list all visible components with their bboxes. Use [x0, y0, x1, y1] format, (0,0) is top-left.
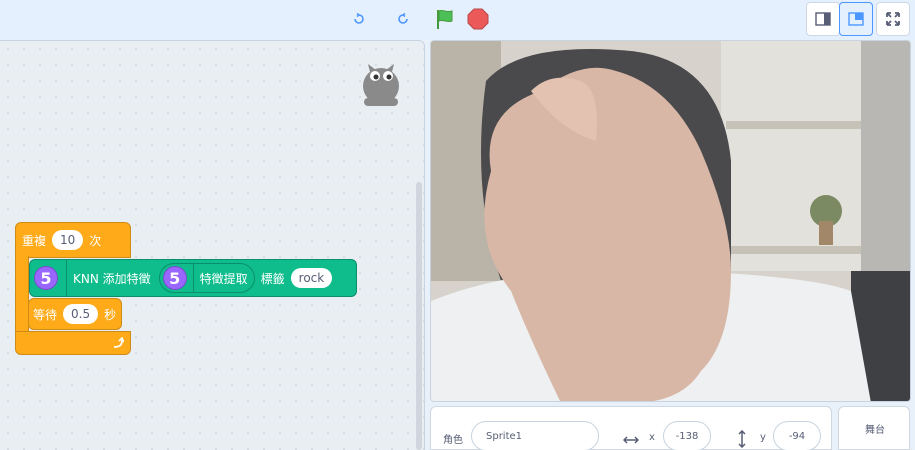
sprite-label: 角色: [443, 435, 463, 446]
reporter-extension-badge: 5: [162, 266, 187, 290]
wait-label: 等待: [33, 307, 58, 322]
vertical-arrows-icon: [738, 430, 746, 448]
knn-add-feature-block[interactable]: 5 KNN 添加特徵 5 特徵提取 標籤 rock: [29, 259, 357, 297]
wait-seconds-input[interactable]: 0.5: [63, 304, 99, 324]
wait-suffix: 秒: [104, 307, 117, 322]
repeat-block-arm: [15, 256, 29, 334]
redo-icon[interactable]: [390, 6, 416, 32]
y-position-value: -94: [788, 430, 806, 442]
sprite-mascot-icon: [363, 64, 399, 106]
tag-label: 標籤: [260, 271, 285, 286]
repeat-suffix: 次: [89, 233, 102, 248]
repeat-block[interactable]: 重複 10 次: [15, 222, 131, 258]
horizontal-arrows-icon: [623, 436, 639, 444]
stage-selector-panel[interactable]: 舞台: [838, 406, 910, 450]
knn-extension-badge: 5: [34, 266, 58, 290]
sprite-name-value: Sprite1: [486, 430, 523, 442]
green-flag-icon[interactable]: [432, 6, 458, 32]
fullscreen-button[interactable]: [876, 2, 910, 36]
y-label: y: [760, 432, 766, 443]
stop-icon[interactable]: [465, 6, 491, 32]
repeat-label: 重複: [22, 233, 47, 248]
x-position-value: -138: [675, 430, 699, 442]
small-stage-button[interactable]: [806, 2, 840, 36]
feature-extract-label: 特徵提取: [192, 264, 248, 292]
repeat-block-foot: [15, 331, 131, 355]
feature-extract-reporter[interactable]: 5 特徵提取: [158, 263, 255, 293]
webcam-video-feed: [431, 41, 910, 401]
y-position-input[interactable]: -94: [773, 421, 821, 450]
repeat-count-input[interactable]: 10: [52, 230, 84, 250]
undo-icon[interactable]: [346, 6, 372, 32]
x-label: x: [649, 432, 655, 443]
wait-block[interactable]: 等待 0.5 秒: [28, 298, 122, 330]
loop-arrow-icon: [113, 337, 124, 348]
top-toolbar: [0, 0, 915, 40]
workspace-scrollbar[interactable]: [416, 182, 422, 450]
normal-stage-button[interactable]: [839, 2, 873, 36]
stage-label: 舞台: [865, 425, 885, 436]
x-position-input[interactable]: -138: [663, 421, 711, 450]
tag-input[interactable]: rock: [290, 268, 333, 288]
sprite-name-input[interactable]: Sprite1: [471, 421, 599, 450]
knn-add-label: KNN 添加特徵: [66, 260, 151, 296]
stage-canvas[interactable]: [430, 40, 911, 402]
sprite-info-panel: 角色 Sprite1 x -138 y -94: [430, 406, 832, 450]
